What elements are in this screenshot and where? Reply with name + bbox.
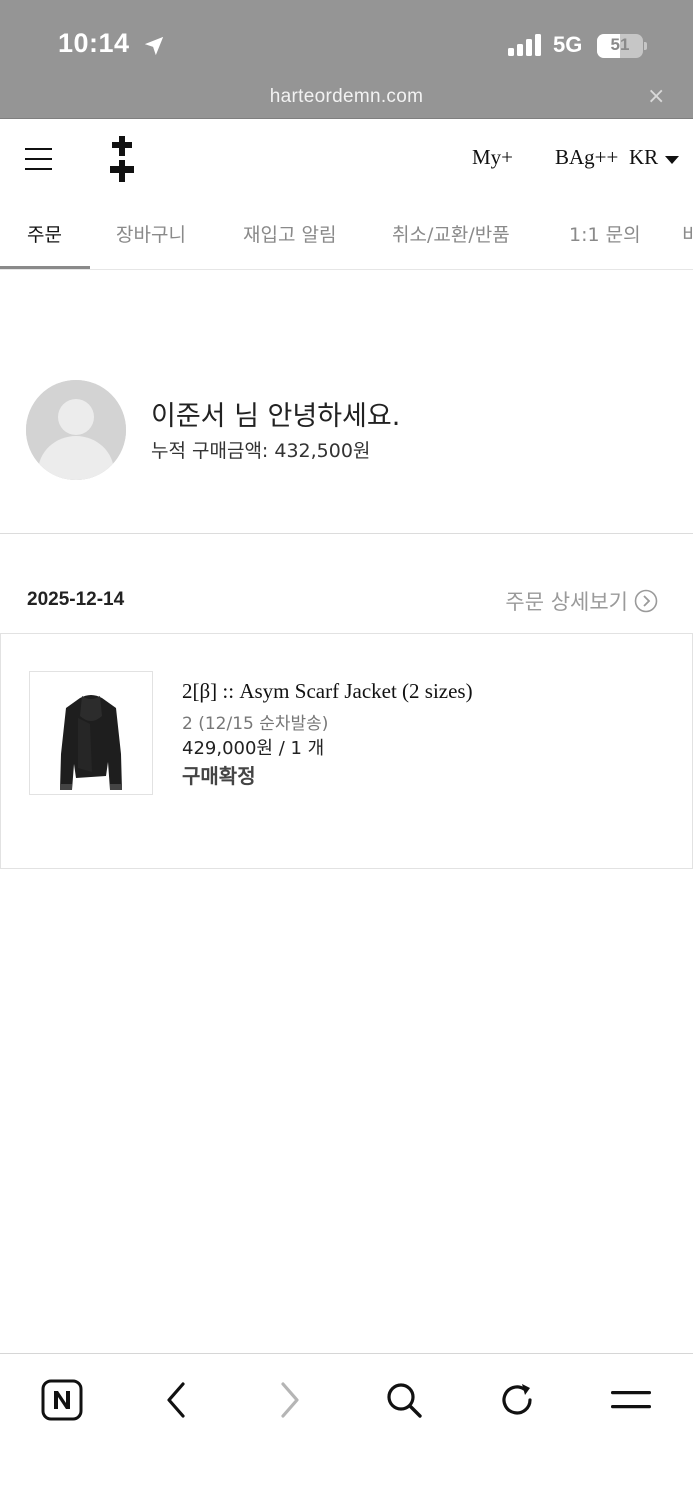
brand-logo[interactable] xyxy=(110,136,134,182)
jacket-image xyxy=(60,695,122,790)
my-link[interactable]: My+ xyxy=(472,145,513,170)
profile-section: 이준서 님 안녕하세요. 누적 구매금액: 432,500원 xyxy=(0,270,693,534)
signal-icon xyxy=(508,34,541,56)
location-arrow-icon xyxy=(144,36,164,56)
order-detail-label: 주문 상세보기 xyxy=(505,590,628,614)
account-tabs: 주문 장바구니 재입고 알림 취소/교환/반품 1:1 문의 비 xyxy=(0,198,693,270)
greeting-text: 이준서 님 안녕하세요. xyxy=(151,401,401,432)
order-item-card[interactable]: 2[β] :: Asym Scarf Jacket (2 sizes) 2 (1… xyxy=(0,633,693,869)
battery-icon: 51 xyxy=(597,34,647,58)
tab-cancel-exchange-return[interactable]: 취소/교환/반품 xyxy=(392,220,510,247)
forward-icon[interactable] xyxy=(266,1376,314,1424)
site-header: My+ BAg++ KR xyxy=(0,120,693,198)
browser-bottom-toolbar xyxy=(0,1353,693,1500)
status-time: 10:14 xyxy=(58,28,130,58)
order-header: 2025-12-14 주문 상세보기 xyxy=(0,535,693,635)
back-icon[interactable] xyxy=(152,1376,200,1424)
naver-icon[interactable] xyxy=(38,1376,86,1424)
tab-restock-alert[interactable]: 재입고 알림 xyxy=(243,220,336,247)
close-icon[interactable]: × xyxy=(647,84,665,109)
tab-orders[interactable]: 주문 xyxy=(27,220,62,247)
search-icon[interactable] xyxy=(380,1376,428,1424)
menu-icon[interactable] xyxy=(607,1376,655,1424)
product-price-quantity: 429,000원 / 1 개 xyxy=(182,738,325,759)
product-thumbnail[interactable] xyxy=(29,671,153,795)
active-tab-indicator xyxy=(0,266,90,269)
product-name[interactable]: 2[β] :: Asym Scarf Jacket (2 sizes) xyxy=(182,679,473,704)
tab-overflow[interactable]: 비 xyxy=(682,220,693,247)
battery-percent: 51 xyxy=(610,35,630,54)
order-status-badge: 구매확정 xyxy=(182,764,256,788)
tab-cart[interactable]: 장바구니 xyxy=(116,220,186,247)
language-select[interactable]: KR xyxy=(629,145,658,170)
browser-top-bar: 10:14 5G 51 harteordemn.com × xyxy=(0,0,693,119)
hamburger-menu-icon[interactable] xyxy=(25,148,52,170)
avatar xyxy=(26,380,126,480)
network-type: 5G xyxy=(553,32,583,57)
tab-inquiry[interactable]: 1:1 문의 xyxy=(569,220,641,247)
chevron-right-circle-icon xyxy=(634,589,658,613)
url-text[interactable]: harteordemn.com xyxy=(0,86,693,108)
total-purchase: 누적 구매금액: 432,500원 xyxy=(151,440,371,462)
user-placeholder-icon xyxy=(26,380,126,480)
order-date: 2025-12-14 xyxy=(27,589,125,610)
product-option: 2 (12/15 순차발송) xyxy=(182,714,329,734)
refresh-icon[interactable] xyxy=(493,1376,541,1424)
bag-link[interactable]: BAg++ xyxy=(555,145,618,170)
order-detail-link[interactable]: 주문 상세보기 xyxy=(505,586,658,616)
chevron-down-icon[interactable] xyxy=(665,156,679,164)
